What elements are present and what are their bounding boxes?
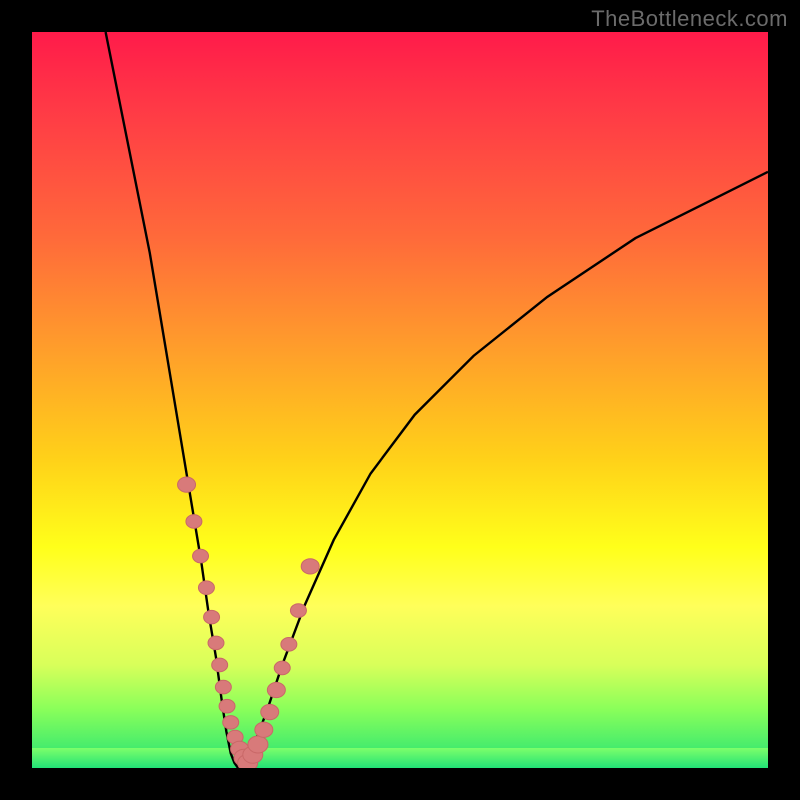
bead — [281, 638, 297, 652]
bead — [290, 604, 306, 618]
bead — [274, 661, 290, 675]
watermark-text: TheBottleneck.com — [591, 6, 788, 32]
bead-cluster-right — [243, 559, 319, 764]
bead — [193, 549, 209, 563]
plot-area — [32, 32, 768, 768]
bead — [223, 716, 239, 730]
curve-left — [106, 32, 238, 768]
chart-frame: TheBottleneck.com — [0, 0, 800, 800]
bead — [204, 610, 220, 624]
bead — [301, 559, 319, 574]
bead — [261, 704, 279, 719]
curve-right — [238, 172, 768, 768]
bead — [198, 581, 214, 595]
bottom-green-strip — [32, 748, 768, 768]
bead — [212, 658, 228, 672]
chart-overlay — [32, 32, 768, 768]
bead — [255, 722, 273, 737]
bead — [227, 730, 243, 744]
bead-cluster-left — [178, 477, 258, 768]
bead — [208, 636, 224, 650]
bead — [178, 477, 196, 492]
bead — [267, 682, 285, 697]
bead — [186, 515, 202, 529]
bead — [219, 699, 235, 713]
bead — [215, 680, 231, 694]
